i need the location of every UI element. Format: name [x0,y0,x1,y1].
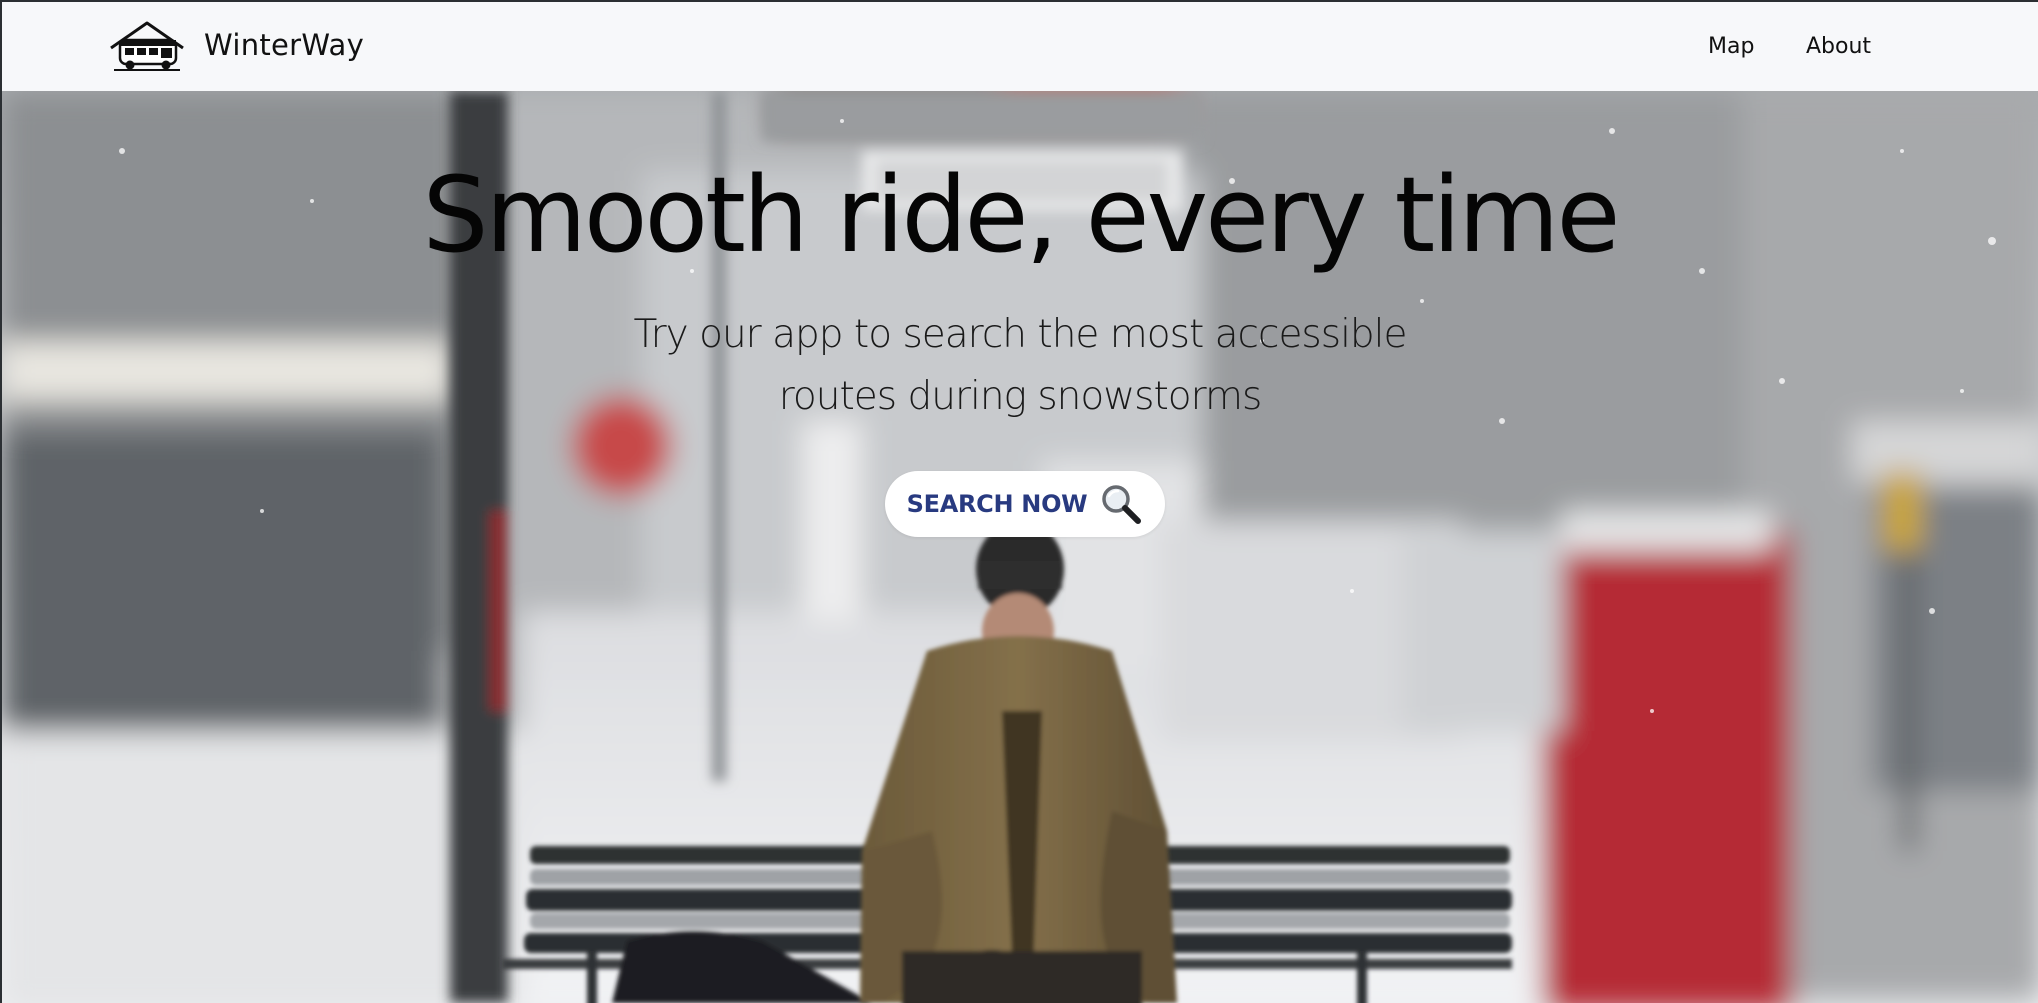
search-now-label: SEARCH NOW [906,490,1088,518]
brand-name[interactable]: WinterWay [204,28,364,62]
hero-subtitle: Try our app to search the most accessibl… [2,304,2038,428]
nav-link-about[interactable]: About [1806,34,1871,59]
hero-subtitle-line-2: routes during snowstorms [778,374,1263,419]
hero-title: Smooth ride, every time [422,154,1621,276]
nav-link-map[interactable]: Map [1708,34,1754,59]
bus-house-logo-icon[interactable] [108,20,186,72]
search-now-button[interactable]: SEARCH NOW [885,471,1165,537]
hero-section: Smooth ride, every time Try our app to s… [2,91,2038,1003]
navbar: WinterWay Map About [2,2,2038,91]
page: WinterWay Map About Smooth ride, every t… [2,2,2038,1003]
magnifying-glass-icon [1102,485,1142,524]
hero-subtitle-line-1: Try our app to search the most accessibl… [633,312,1407,357]
